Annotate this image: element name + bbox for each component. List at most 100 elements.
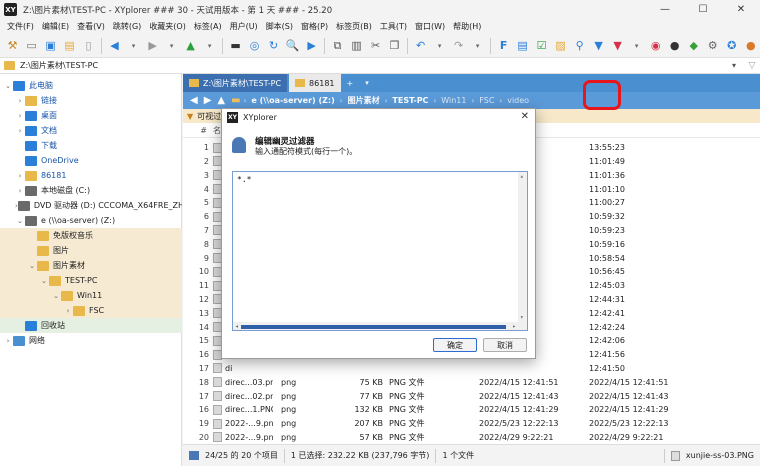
up-dropdown-icon[interactable]: ▾ bbox=[202, 38, 217, 54]
back-icon[interactable]: ◀ bbox=[187, 95, 201, 106]
menu-window[interactable]: 窗口(W) bbox=[411, 21, 449, 32]
spiral-icon[interactable]: ◉ bbox=[648, 38, 663, 54]
tree-item[interactable]: ⌄ 图片素材 bbox=[0, 258, 182, 273]
back-icon[interactable]: ◀ bbox=[107, 38, 122, 54]
settings-icon[interactable]: ⚙ bbox=[705, 38, 720, 54]
menu-help[interactable]: 帮助(H) bbox=[449, 21, 485, 32]
window-icon[interactable]: ▭ bbox=[24, 38, 39, 54]
forward-icon[interactable]: ▶ bbox=[201, 95, 215, 106]
up-icon[interactable]: ▲ bbox=[214, 95, 228, 106]
expand-arrow-icon[interactable]: ⌄ bbox=[39, 277, 49, 285]
menu-favorites[interactable]: 收藏夹(O) bbox=[145, 21, 190, 32]
tree-item[interactable]: ⌄ e (\\oa-server) (Z:) bbox=[0, 213, 182, 228]
tree-item[interactable]: › 网络 bbox=[0, 333, 182, 348]
pattern-textarea[interactable]: *.* ▴ ▾ ◂ ▸ bbox=[232, 171, 528, 331]
menu-panes[interactable]: 窗格(P) bbox=[297, 21, 332, 32]
folder-tree[interactable]: ⌄ 此电脑 › 链接 › 桌面 › 文档 下载 OneDrive › 86181 › 本地磁盘 (C:) ›… bbox=[0, 74, 182, 466]
expand-arrow-icon[interactable]: › bbox=[15, 172, 25, 180]
note-icon[interactable]: ▨ bbox=[553, 38, 568, 54]
menu-tabs[interactable]: 标签页(B) bbox=[332, 21, 376, 32]
tree-item[interactable]: 回收站 bbox=[0, 318, 182, 333]
preview-icon[interactable]: ▤ bbox=[515, 38, 530, 54]
column-index[interactable]: # bbox=[183, 126, 213, 135]
address-bar[interactable]: Z:\图片素材\TEST-PC ▾ ▽ bbox=[0, 58, 760, 74]
ghost-filter-icon[interactable]: ▼ bbox=[610, 38, 625, 54]
clipboard-icon[interactable]: ▤ bbox=[62, 38, 77, 54]
undo-icon[interactable]: ↶ bbox=[413, 38, 428, 54]
tree-item[interactable]: › 文档 bbox=[0, 123, 182, 138]
refresh-icon[interactable]: ↻ bbox=[266, 38, 281, 54]
checklist-icon[interactable]: ☑ bbox=[534, 38, 549, 54]
ball-icon[interactable]: ● bbox=[743, 38, 758, 54]
expand-arrow-icon[interactable]: › bbox=[15, 127, 25, 135]
crumb-fsc[interactable]: FSC bbox=[474, 96, 499, 105]
menu-user[interactable]: 用户(U) bbox=[226, 21, 262, 32]
address-dropdown-icon[interactable]: ▾ bbox=[732, 61, 744, 70]
computer-icon[interactable]: ▣ bbox=[43, 38, 58, 54]
redo-icon[interactable]: ↷ bbox=[451, 38, 466, 54]
expand-arrow-icon[interactable]: › bbox=[3, 337, 13, 345]
menu-file[interactable]: 文件(F) bbox=[3, 21, 38, 32]
add-tab-button[interactable]: + bbox=[341, 74, 360, 92]
file-row[interactable]: 20 2022-...9.png png 57 KB PNG 文件 2022/4/29 9… bbox=[183, 430, 760, 445]
copy-icon[interactable]: ⧉ bbox=[330, 38, 345, 54]
menu-go[interactable]: 跳转(G) bbox=[109, 21, 145, 32]
maximize-button[interactable]: ☐ bbox=[684, 0, 722, 19]
undo-dropdown-icon[interactable]: ▾ bbox=[432, 38, 447, 54]
search-icon[interactable]: 🔍 bbox=[285, 38, 300, 54]
ok-button[interactable]: 确定 bbox=[433, 338, 477, 352]
doc-icon[interactable]: ▯ bbox=[81, 38, 96, 54]
expand-arrow-icon[interactable]: ⌄ bbox=[3, 82, 13, 90]
tab-test-pc[interactable]: Z:\图片素材\TEST-PC bbox=[183, 74, 288, 92]
expand-arrow-icon[interactable]: › bbox=[63, 307, 73, 315]
minimize-button[interactable]: — bbox=[646, 0, 684, 19]
expand-arrow-icon[interactable]: › bbox=[15, 97, 25, 105]
tree-item[interactable]: › FSC bbox=[0, 303, 182, 318]
forward-icon[interactable]: ▶ bbox=[145, 38, 160, 54]
monitor-icon[interactable]: ▬ bbox=[228, 38, 243, 54]
tree-item[interactable]: 图片 bbox=[0, 243, 182, 258]
tree-item[interactable]: OneDrive bbox=[0, 153, 182, 168]
horizontal-scrollbar[interactable]: ◂ ▸ bbox=[233, 322, 527, 330]
zoom-icon[interactable]: ⚲ bbox=[572, 38, 587, 54]
tab-86181[interactable]: 86181 bbox=[289, 74, 341, 92]
crumb-win11[interactable]: Win11 bbox=[436, 96, 471, 105]
tree-item[interactable]: › 86181 bbox=[0, 168, 182, 183]
menu-script[interactable]: 脚本(S) bbox=[262, 21, 297, 32]
cancel-button[interactable]: 取消 bbox=[483, 338, 527, 352]
cut-icon[interactable]: ✂ bbox=[368, 38, 383, 54]
hash-icon[interactable]: ✪ bbox=[724, 38, 739, 54]
find-files-icon[interactable]: F bbox=[496, 38, 511, 54]
address-filter-icon[interactable]: ▽ bbox=[744, 61, 760, 71]
tree-item[interactable]: › 链接 bbox=[0, 93, 182, 108]
crumb-images[interactable]: 图片素材 bbox=[343, 95, 385, 106]
tree-item[interactable]: ⌄ TEST-PC bbox=[0, 273, 182, 288]
back-dropdown-icon[interactable]: ▾ bbox=[126, 38, 141, 54]
tree-item[interactable]: › DVD 驱动器 (D:) CCCOMA_X64FRE_ZH-C bbox=[0, 198, 182, 213]
tree-item[interactable]: 免版权音乐 bbox=[0, 228, 182, 243]
crumb-test-pc[interactable]: TEST-PC bbox=[387, 96, 433, 105]
scrollbar-thumb[interactable] bbox=[241, 325, 506, 329]
up-icon[interactable]: ▲ bbox=[183, 38, 198, 54]
tree-item[interactable]: ⌄ 此电脑 bbox=[0, 78, 182, 93]
paste-icon[interactable]: ▥ bbox=[349, 38, 364, 54]
moon-icon[interactable]: ● bbox=[667, 38, 682, 54]
crumb-video[interactable]: video bbox=[502, 96, 534, 105]
expand-arrow-icon[interactable]: ⌄ bbox=[15, 217, 25, 225]
redo-dropdown-icon[interactable]: ▾ bbox=[470, 38, 485, 54]
tree-item[interactable]: › 本地磁盘 (C:) bbox=[0, 183, 182, 198]
target-icon[interactable]: ◎ bbox=[247, 38, 262, 54]
close-icon[interactable]: ✕ bbox=[521, 111, 529, 122]
expand-arrow-icon[interactable]: ⌄ bbox=[51, 292, 61, 300]
menu-view[interactable]: 查看(V) bbox=[73, 21, 109, 32]
vertical-scrollbar[interactable]: ▴ ▾ bbox=[518, 172, 527, 330]
forward-dropdown-icon[interactable]: ▾ bbox=[164, 38, 179, 54]
play-icon[interactable]: ▶ bbox=[304, 38, 319, 54]
expand-arrow-icon[interactable]: › bbox=[15, 187, 25, 195]
expand-arrow-icon[interactable]: ⌄ bbox=[27, 262, 37, 270]
tree-item[interactable]: › 桌面 bbox=[0, 108, 182, 123]
tab-list-icon[interactable]: ▾ bbox=[359, 74, 375, 92]
tools-icon[interactable]: ⚒ bbox=[5, 38, 20, 54]
menu-tools[interactable]: 工具(T) bbox=[376, 21, 411, 32]
tree-item[interactable]: ⌄ Win11 bbox=[0, 288, 182, 303]
